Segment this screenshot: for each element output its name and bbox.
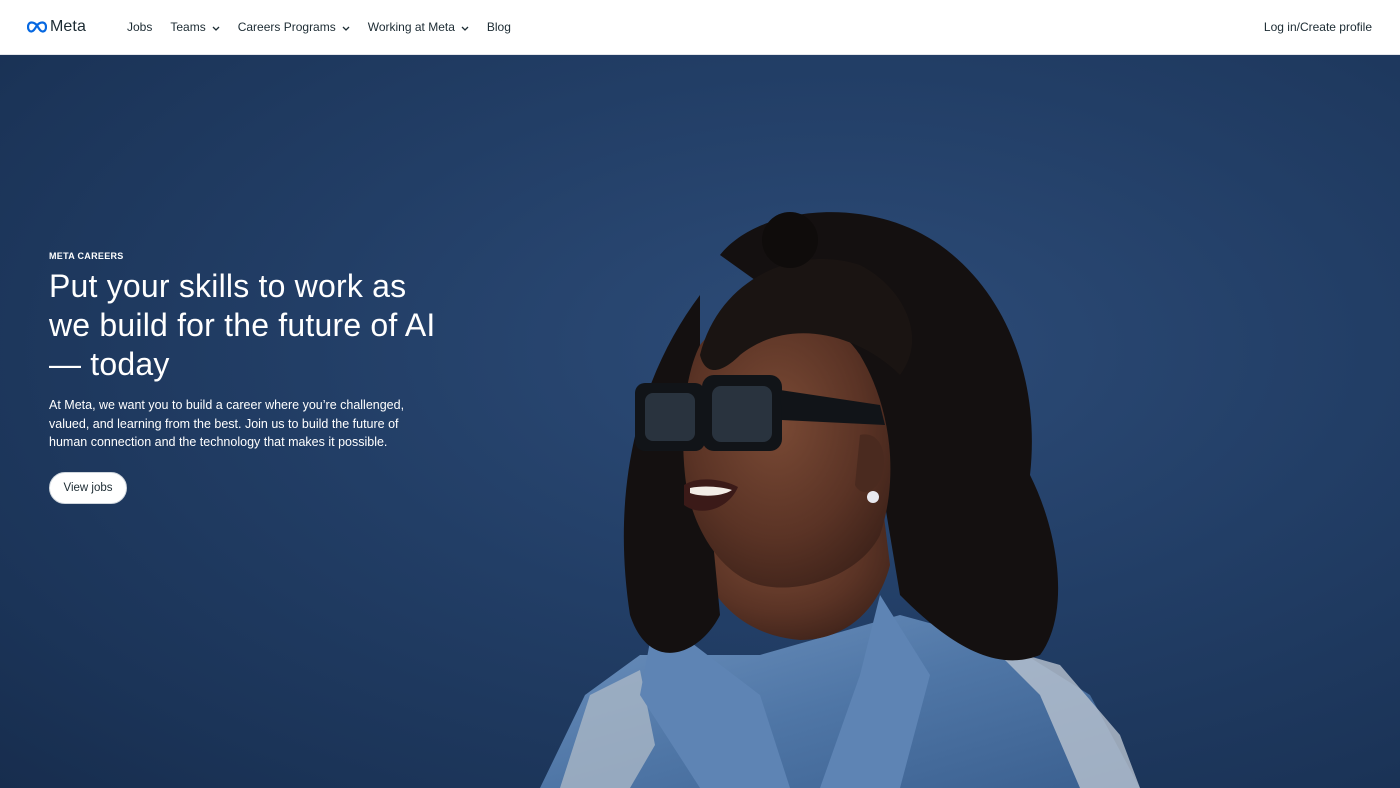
meta-infinity-icon	[27, 21, 47, 33]
nav-links: Jobs Teams Careers Programs Working at M…	[127, 0, 529, 54]
brand-name: Meta	[50, 18, 86, 35]
chevron-down-icon	[461, 20, 469, 34]
top-nav: Meta Jobs Teams Careers Programs Working…	[0, 0, 1400, 55]
chevron-down-icon	[212, 20, 220, 34]
nav-item-label: Teams	[170, 20, 206, 34]
nav-item-label: Jobs	[127, 20, 153, 34]
nav-item-label: Careers Programs	[237, 20, 336, 34]
nav-item-jobs[interactable]: Jobs	[127, 0, 152, 54]
hero-content: META CAREERS Put your skills to work as …	[49, 251, 449, 504]
view-jobs-button[interactable]: View jobs	[49, 471, 127, 504]
chevron-down-icon	[342, 20, 350, 34]
nav-item-working-at-meta[interactable]: Working at Meta	[368, 0, 469, 54]
hero-headline: Put your skills to work as we build for …	[49, 268, 436, 382]
meta-logo[interactable]: Meta	[27, 16, 86, 38]
nav-item-label: Blog	[486, 20, 511, 34]
nav-item-careers-programs[interactable]: Careers Programs	[238, 0, 350, 54]
hero-subtext: At Meta, we want you to build a career w…	[49, 398, 405, 449]
hero-section: META CAREERS Put your skills to work as …	[0, 55, 1400, 788]
hero-eyebrow: META CAREERS	[49, 251, 124, 261]
login-link[interactable]: Log in/Create profile	[1264, 0, 1372, 54]
nav-item-blog[interactable]: Blog	[487, 0, 511, 54]
nav-item-teams[interactable]: Teams	[170, 0, 220, 54]
nav-item-label: Working at Meta	[367, 20, 455, 34]
